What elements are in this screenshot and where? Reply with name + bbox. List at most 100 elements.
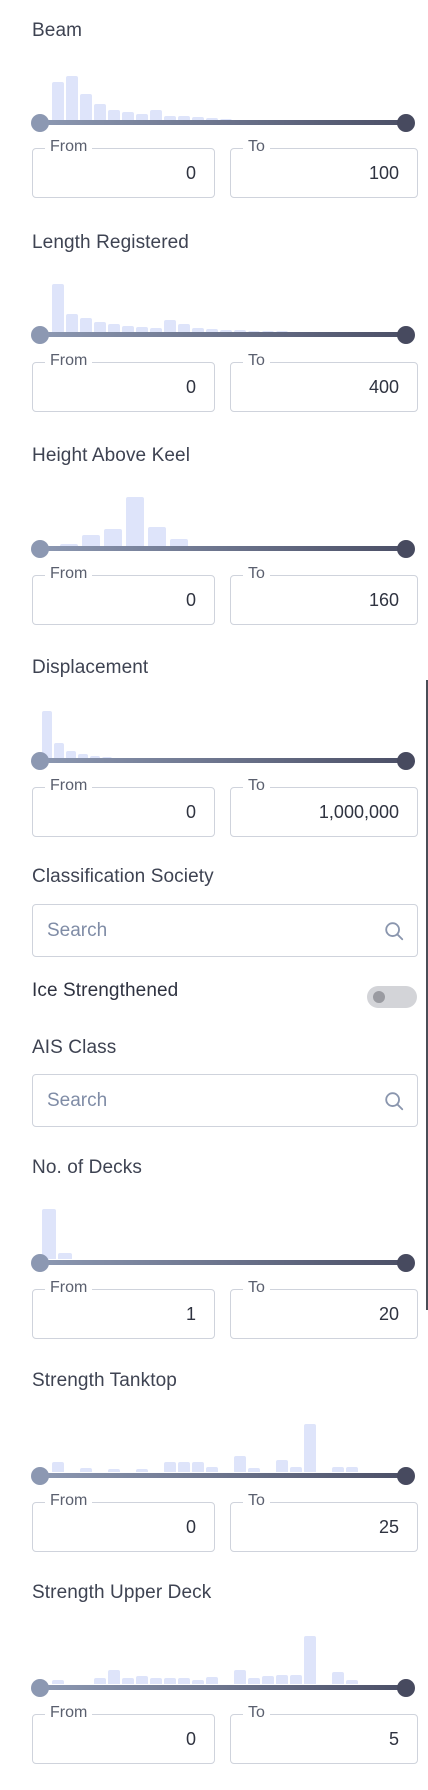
range-slider-max-handle[interactable] bbox=[397, 540, 415, 558]
range-slider-min-handle[interactable] bbox=[31, 1467, 49, 1485]
toggle-knob bbox=[373, 991, 385, 1003]
histogram-bar bbox=[80, 94, 92, 122]
histogram bbox=[40, 1630, 406, 1684]
range-slider-min-handle[interactable] bbox=[31, 1679, 49, 1697]
filter-label: AIS Class bbox=[32, 1037, 117, 1058]
histogram-bar bbox=[248, 1678, 260, 1684]
histogram-bar bbox=[234, 1670, 246, 1684]
to-label: To bbox=[243, 565, 270, 583]
histogram-bar bbox=[304, 1424, 316, 1472]
range-slider-track[interactable] bbox=[40, 1685, 406, 1690]
histogram-bar bbox=[52, 284, 64, 334]
ais-class-search-input[interactable]: Search bbox=[32, 1074, 418, 1127]
to-label: To bbox=[243, 777, 270, 795]
histogram-bar bbox=[126, 497, 144, 547]
filter-label: Beam bbox=[32, 20, 83, 41]
from-input[interactable]: From 0 bbox=[32, 1704, 215, 1764]
histogram bbox=[40, 280, 406, 334]
range-slider-track[interactable] bbox=[40, 120, 406, 125]
from-label: From bbox=[45, 352, 93, 370]
to-input[interactable]: To 100 bbox=[230, 138, 418, 198]
histogram-bar bbox=[192, 1462, 204, 1472]
histogram-bar bbox=[234, 1456, 246, 1472]
histogram-bar bbox=[164, 1462, 176, 1472]
from-input[interactable]: From 0 bbox=[32, 565, 215, 625]
from-label: From bbox=[45, 1279, 93, 1297]
range-slider-track[interactable] bbox=[40, 332, 406, 337]
to-value: 5 bbox=[388, 1729, 399, 1749]
to-value: 400 bbox=[368, 377, 399, 397]
histogram-bar bbox=[262, 1676, 274, 1684]
histogram bbox=[40, 68, 406, 122]
range-slider-min-handle[interactable] bbox=[31, 1254, 49, 1272]
search-icon bbox=[385, 1092, 404, 1111]
from-value: 0 bbox=[185, 590, 196, 610]
to-input[interactable]: To 160 bbox=[230, 565, 418, 625]
histogram-bar bbox=[54, 743, 64, 759]
to-input[interactable]: To 1,000,000 bbox=[230, 777, 418, 837]
from-label: From bbox=[45, 777, 93, 795]
histogram-bar bbox=[178, 1462, 190, 1472]
range-slider-track[interactable] bbox=[40, 546, 406, 551]
histogram bbox=[40, 1205, 406, 1259]
range-slider-max-handle[interactable] bbox=[397, 1467, 415, 1485]
to-label: To bbox=[243, 1492, 270, 1510]
from-input[interactable]: From 0 bbox=[32, 138, 215, 198]
range-slider-max-handle[interactable] bbox=[397, 114, 415, 132]
histogram-bar bbox=[290, 1467, 302, 1472]
from-value: 1 bbox=[185, 1304, 196, 1324]
histogram-bar bbox=[52, 1462, 64, 1472]
to-input[interactable]: To 25 bbox=[230, 1492, 418, 1552]
from-input[interactable]: From 0 bbox=[32, 1492, 215, 1552]
range-slider-track[interactable] bbox=[40, 758, 406, 763]
to-value: 20 bbox=[378, 1304, 399, 1324]
range-slider-track[interactable] bbox=[40, 1260, 406, 1265]
range-slider-max-handle[interactable] bbox=[397, 326, 415, 344]
range-slider-min-handle[interactable] bbox=[31, 540, 49, 558]
from-input[interactable]: From 1 bbox=[32, 1279, 215, 1339]
to-input[interactable]: To 5 bbox=[230, 1704, 418, 1764]
range-slider-max-handle[interactable] bbox=[397, 1254, 415, 1272]
histogram-bar bbox=[290, 1675, 302, 1684]
histogram-bar bbox=[178, 1678, 190, 1684]
to-label: To bbox=[243, 1279, 270, 1297]
histogram-bar bbox=[346, 1680, 358, 1684]
histogram-bar bbox=[104, 529, 122, 547]
histogram-bar bbox=[304, 1636, 316, 1684]
range-slider-max-handle[interactable] bbox=[397, 752, 415, 770]
range-slider-min-handle[interactable] bbox=[31, 326, 49, 344]
range-slider-track[interactable] bbox=[40, 1473, 406, 1478]
from-value: 0 bbox=[185, 1729, 196, 1749]
search-icon bbox=[385, 922, 404, 941]
histogram-bar bbox=[332, 1467, 344, 1472]
from-label: From bbox=[45, 1492, 93, 1510]
filter-label: Ice Strengthened bbox=[32, 980, 179, 1001]
histogram bbox=[40, 705, 406, 759]
from-value: 0 bbox=[185, 377, 196, 397]
histogram-bar bbox=[136, 1469, 148, 1472]
histogram-bar bbox=[58, 1253, 72, 1259]
histogram-bar bbox=[94, 1678, 106, 1684]
to-input[interactable]: To 20 bbox=[230, 1279, 418, 1339]
classification-society-search-input[interactable]: Search bbox=[32, 904, 418, 957]
to-value: 1,000,000 bbox=[318, 802, 399, 822]
histogram-bar bbox=[206, 1467, 218, 1472]
to-input[interactable]: To 400 bbox=[230, 352, 418, 412]
to-label: To bbox=[243, 352, 270, 370]
filter-label: Displacement bbox=[32, 657, 149, 678]
filter-label: Classification Society bbox=[32, 866, 214, 887]
filter-label: Length Registered bbox=[32, 232, 189, 253]
ice-strengthened-toggle[interactable] bbox=[367, 986, 417, 1008]
histogram-bar bbox=[52, 82, 64, 122]
range-slider-max-handle[interactable] bbox=[397, 1679, 415, 1697]
from-input[interactable]: From 0 bbox=[32, 352, 215, 412]
range-slider-min-handle[interactable] bbox=[31, 752, 49, 770]
to-value: 100 bbox=[368, 163, 399, 183]
from-input[interactable]: From 0 bbox=[32, 777, 215, 837]
range-slider-min-handle[interactable] bbox=[31, 114, 49, 132]
histogram-bar bbox=[66, 314, 78, 334]
to-value: 25 bbox=[378, 1517, 399, 1537]
from-value: 0 bbox=[185, 1517, 196, 1537]
histogram-bar bbox=[276, 1675, 288, 1684]
histogram-bar bbox=[108, 1670, 120, 1684]
